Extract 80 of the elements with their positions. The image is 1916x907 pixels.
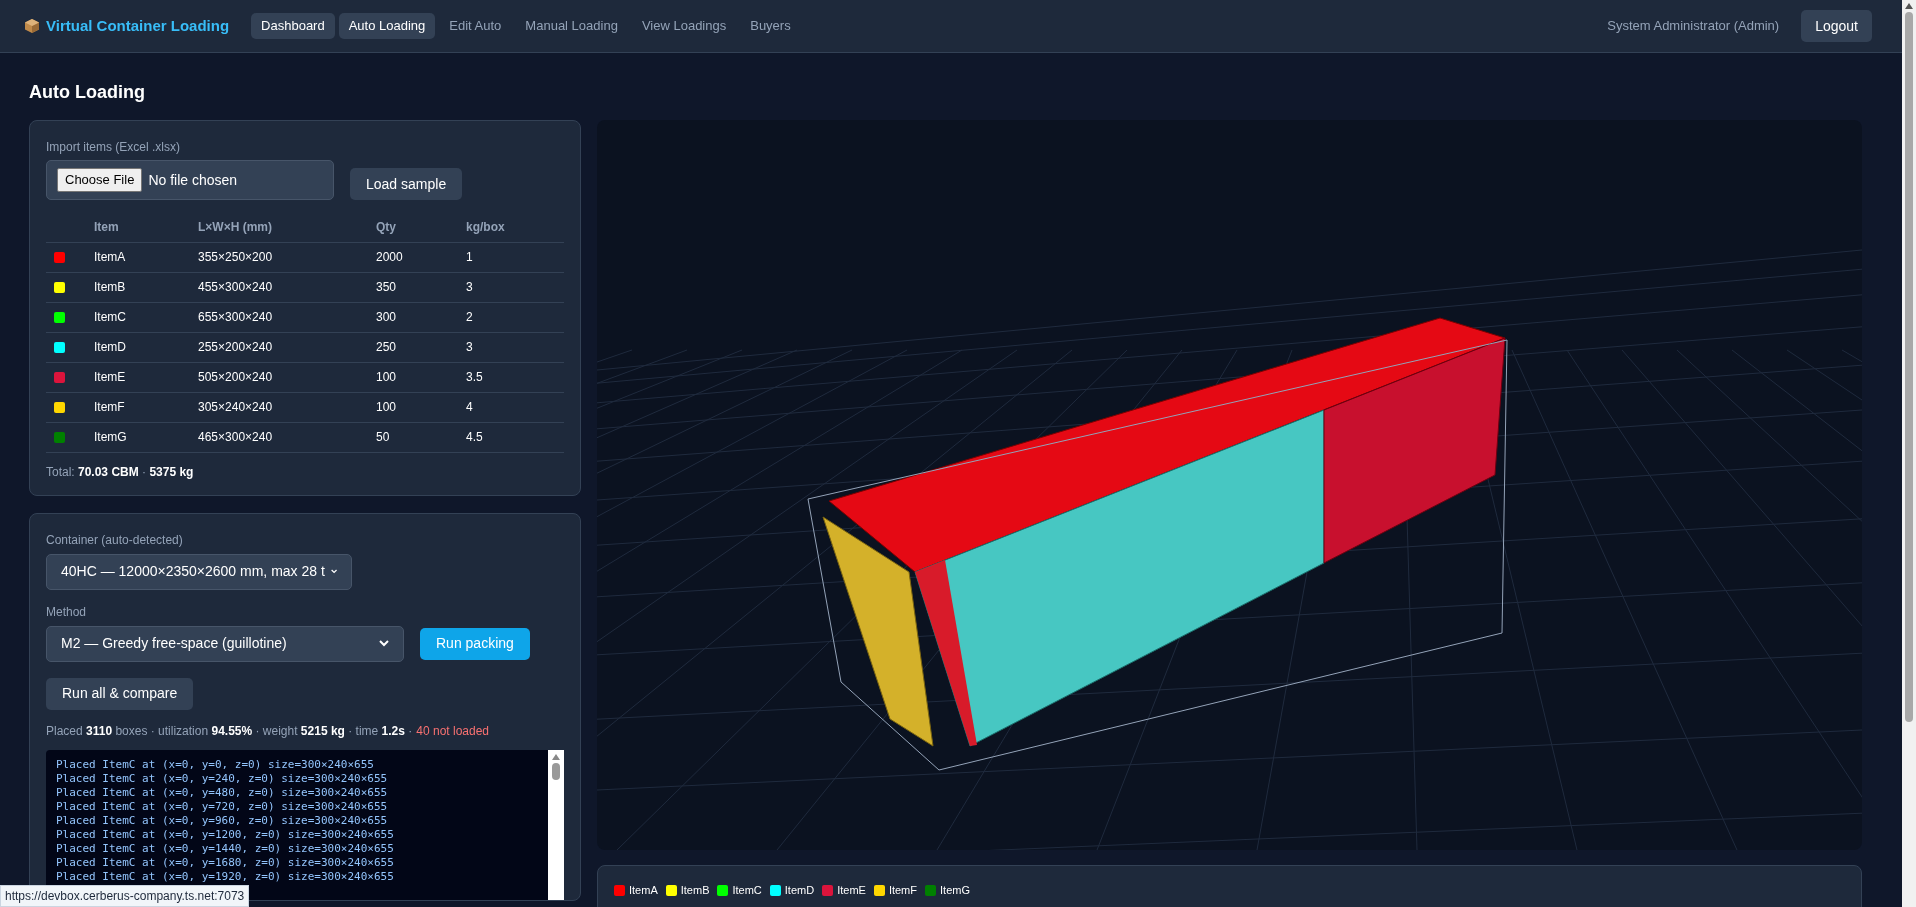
table-cell: 4 [466,392,564,422]
log-line: Placed ItemC at (x=0, y=1920, z=0) size=300×240×655 [56,869,395,884]
total-text: Total: 70.03 CBM · 5375 kg [46,463,195,481]
import-label: Import items (Excel .xlsx) [46,139,181,156]
table-cell: ItemE [94,362,198,392]
legend-label: ItemB [680,883,710,898]
nav-tab[interactable]: View Loadings [631,13,737,39]
nav-tab[interactable]: Manual Loading [515,13,628,39]
table-cell: 3 [466,272,564,302]
app-title[interactable]: Virtual Container Loading [46,14,230,38]
table-cell: 100 [376,392,466,422]
table-cell: 350 [376,272,466,302]
table-cell: 2 [466,302,564,332]
run-all-compare-button[interactable]: Run all & compare [46,677,194,710]
log-line: Placed ItemC at (x=0, y=0, z=0) size=300×240×655 [56,757,375,772]
table-cell: ItemG [94,422,198,452]
table-cell: 250 [376,332,466,362]
3d-viewport[interactable] [597,120,1862,850]
legend-label: ItemD [784,883,815,898]
table-cell: 305×240×240 [198,392,376,422]
legend-label: ItemF [888,883,917,898]
table-cell: 355×250×200 [198,242,376,272]
method-select[interactable]: M2 — Greedy free-space (guillotine) [46,625,404,662]
log-line: Placed ItemC at (x=0, y=960, z=0) size=300×240×655 [56,813,389,828]
column-header: Qty [376,212,466,242]
nav-tab[interactable]: Dashboard [251,13,335,39]
scroll-thumb[interactable] [1905,12,1913,722]
chevron-down-icon [379,640,389,647]
chevron-down-icon [330,568,337,575]
table-cell: 255×200×240 [198,332,376,362]
table-cell: 655×300×240 [198,302,376,332]
table-cell: 465×300×240 [198,422,376,452]
table-cell: 505×200×240 [198,362,376,392]
legend-label: ItemC [732,883,762,898]
column-header: L×W×H (mm) [198,212,376,242]
not-loaded-text: 40 not loaded [416,722,489,740]
scroll-up-icon[interactable] [1905,3,1913,9]
nav-tab[interactable]: Buyers [740,13,801,39]
table-cell: ItemB [94,272,198,302]
table-cell: ItemC [94,302,198,332]
log-line: Placed ItemC at (x=0, y=240, z=0) size=300×240×655 [56,771,389,786]
scroll-up-icon[interactable] [552,753,560,760]
nav-tab[interactable]: Auto Loading [338,13,436,39]
container-label: Container (auto-detected) [46,531,184,549]
log-line: Placed ItemC at (x=0, y=1440, z=0) size=300×240×655 [56,841,395,856]
table-cell: 3.5 [466,362,564,392]
log-line: Placed ItemC at (x=0, y=1200, z=0) size=300×240×655 [56,827,395,842]
log-scrollbar[interactable] [548,749,564,900]
file-input[interactable]: Choose File No file chosen [46,160,334,200]
table-cell: 2000 [376,242,466,272]
table-cell: 4.5 [466,422,564,452]
legend-label: ItemE [837,883,866,898]
status-url: https://devbox.cerberus-company.ts.net:7073 [0,885,250,907]
table-cell: ItemD [94,332,198,362]
column-header: Item [94,212,198,242]
table-cell: ItemF [94,392,198,422]
logout-button[interactable]: Logout [1801,10,1872,42]
load-sample-button[interactable]: Load sample [350,168,463,200]
log-line: Placed ItemC at (x=0, y=720, z=0) size=300×240×655 [56,799,389,814]
table-cell: 300 [376,302,466,332]
legend-label: ItemA [629,883,658,898]
page-scrollbar[interactable] [1902,0,1916,907]
table-cell: ItemA [94,242,198,272]
legend-label: ItemG [940,883,970,898]
table-cell: 455×300×240 [198,272,376,302]
table-cell: 3 [466,332,564,362]
box-icon [24,18,40,34]
table-cell: 1 [466,242,564,272]
page-title: Auto Loading [29,81,146,104]
user-name: System Administrator (Admin) [1607,17,1780,36]
scroll-thumb[interactable] [552,762,560,780]
nav-tab[interactable]: Edit Auto [439,13,512,39]
container-select[interactable]: 40HC — 12000×2350×2600 mm, max 28 t [46,553,352,590]
method-label: Method [46,603,88,621]
log-line: Placed ItemC at (x=0, y=480, z=0) size=300×240×655 [56,785,389,800]
column-header: kg/box [466,212,564,242]
log-line: Placed ItemC at (x=0, y=1680, z=0) size=300×240×655 [56,855,395,870]
table-cell: 50 [376,422,466,452]
summary-text: Placed 3110 boxes · utilization 94.55% · weight 5215 kg · time 1.2s · [46,722,413,740]
table-cell: 100 [376,362,466,392]
